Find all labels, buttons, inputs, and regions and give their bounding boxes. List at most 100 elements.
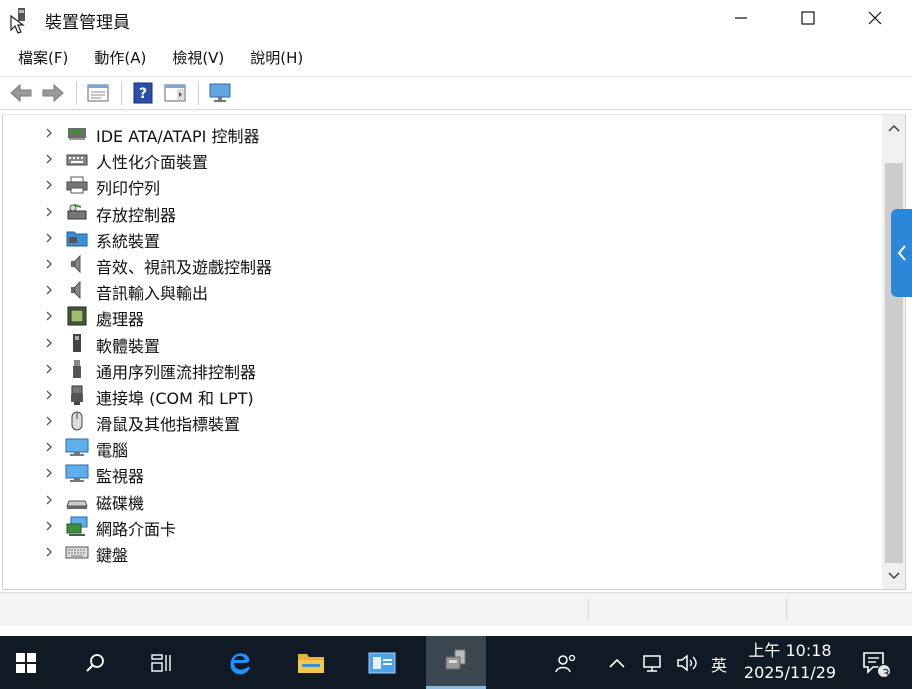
side-flyout-tab[interactable] [891, 209, 912, 297]
network-adapter-icon [66, 516, 88, 536]
tree-item-ide-controllers[interactable]: IDE ATA/ATAPI 控制器 [3, 120, 883, 146]
help-icon: ? [133, 82, 153, 104]
minimize-button[interactable] [708, 0, 774, 36]
tree-item-label: 存放控制器 [96, 205, 177, 225]
tree-item-system-devices[interactable]: 系統裝置 [3, 225, 883, 251]
taskbar-device-manager[interactable] [426, 636, 486, 689]
tree-item-audio-io[interactable]: 音訊輸入與輸出 [3, 277, 883, 303]
task-view-button[interactable] [138, 636, 188, 689]
action-center-button[interactable]: 3 [852, 636, 900, 689]
chevron-right-icon[interactable] [44, 521, 54, 531]
people-button[interactable] [548, 636, 584, 689]
menu-file[interactable]: 檔案(F) [8, 43, 78, 72]
tree-item-monitors[interactable]: 監視器 [3, 460, 883, 486]
window-title: 裝置管理員 [45, 13, 130, 33]
port-icon [71, 385, 83, 405]
audio-io-icon [71, 280, 81, 300]
edge-browser-icon [230, 652, 250, 674]
device-manager-icon [445, 649, 466, 670]
chevron-right-icon[interactable] [44, 364, 54, 374]
chevron-right-icon[interactable] [44, 416, 54, 426]
software-device-icon [73, 333, 81, 352]
task-view-icon [151, 653, 171, 672]
chevron-right-icon[interactable] [44, 442, 54, 452]
usb-icon [73, 359, 81, 378]
tree-item-ports[interactable]: 連接埠 (COM 和 LPT) [3, 382, 883, 408]
action-pane-button[interactable] [160, 79, 190, 107]
chevron-right-icon[interactable] [44, 180, 54, 190]
windows-logo-icon [16, 652, 36, 673]
scroll-up-button[interactable] [882, 117, 905, 139]
chevron-right-icon[interactable] [44, 390, 54, 400]
chevron-right-icon[interactable] [44, 468, 54, 478]
search-button[interactable] [70, 636, 120, 689]
maximize-button[interactable] [775, 0, 841, 36]
chevron-right-icon[interactable] [44, 311, 54, 321]
svg-text:?: ? [139, 86, 147, 102]
network-status-button[interactable] [636, 636, 670, 689]
back-button[interactable] [6, 79, 36, 107]
tree-item-hid[interactable]: 人性化介面裝置 [3, 146, 883, 172]
device-tree: IDE ATA/ATAPI 控制器 人性化介面裝置 列印佇列 存放控制器 系統裝… [3, 120, 883, 565]
speaker-volume-icon [677, 653, 697, 672]
chevron-right-icon[interactable] [44, 495, 54, 505]
chevron-right-icon[interactable] [44, 547, 54, 557]
taskbar-file-explorer[interactable] [284, 636, 338, 689]
tree-item-label: 列印佇列 [96, 179, 161, 199]
tree-item-disk-drives[interactable]: 磁碟機 [3, 487, 883, 513]
mouse-icon [71, 411, 83, 431]
search-icon [86, 653, 104, 672]
volume-button[interactable] [670, 636, 704, 689]
tree-item-processors[interactable]: 處理器 [3, 303, 883, 329]
tree-item-print-queues[interactable]: 列印佇列 [3, 172, 883, 198]
tree-item-usb-controllers[interactable]: 通用序列匯流排控制器 [3, 356, 883, 382]
chevron-right-icon[interactable] [44, 207, 54, 217]
toolbar: ? [0, 76, 912, 110]
properties-button[interactable] [83, 79, 113, 107]
speaker-icon [71, 254, 81, 274]
chevron-up-icon [609, 658, 625, 668]
taskbar-edge[interactable] [212, 636, 266, 689]
start-button[interactable] [0, 636, 52, 689]
chevron-right-icon[interactable] [44, 233, 54, 243]
tree-item-keyboards[interactable]: 鍵盤 [3, 539, 883, 565]
show-hidden-icons-button[interactable] [602, 636, 632, 689]
menu-bar: 檔案(F) 動作(A) 檢視(V) 說明(H) [0, 40, 912, 74]
folder-icon [298, 653, 324, 673]
close-button[interactable] [842, 0, 908, 36]
vertical-scrollbar[interactable] [882, 115, 905, 589]
device-tree-pane: IDE ATA/ATAPI 控制器 人性化介面裝置 列印佇列 存放控制器 系統裝… [2, 114, 906, 590]
system-folder-icon [66, 231, 88, 247]
chevron-right-icon[interactable] [44, 338, 54, 348]
tree-item-storage-controllers[interactable]: 存放控制器 [3, 199, 883, 225]
tree-item-label: 音訊輸入與輸出 [96, 284, 209, 304]
help-button[interactable]: ? [128, 79, 158, 107]
scroll-down-button[interactable] [882, 565, 905, 587]
menu-view[interactable]: 檢視(V) [162, 43, 234, 72]
tree-item-label: 通用序列匯流排控制器 [96, 362, 257, 382]
chevron-right-icon[interactable] [44, 128, 54, 138]
printer-icon [66, 176, 88, 194]
people-icon [555, 654, 576, 672]
tree-item-software-devices[interactable]: 軟體裝置 [3, 330, 883, 356]
keyboard-icon [65, 546, 89, 559]
chevron-left-icon [897, 245, 906, 261]
clock[interactable]: 上午 10:18 2025/11/29 [740, 640, 840, 684]
toolbar-separator [76, 81, 77, 105]
menu-action[interactable]: 動作(A) [84, 43, 156, 72]
taskbar-server-manager[interactable] [355, 636, 409, 689]
forward-button[interactable] [38, 79, 68, 107]
menu-help[interactable]: 說明(H) [240, 43, 313, 72]
tree-item-sound-video-game[interactable]: 音效、視訊及遊戲控制器 [3, 251, 883, 277]
scan-hardware-button[interactable] [205, 79, 235, 107]
tree-item-mice[interactable]: 滑鼠及其他指標裝置 [3, 408, 883, 434]
tree-item-label: 系統裝置 [96, 231, 161, 251]
tree-item-label: 軟體裝置 [96, 336, 161, 356]
tree-item-computer[interactable]: 電腦 [3, 434, 883, 460]
taskbar: 英 上午 10:18 2025/11/29 3 [0, 636, 912, 689]
ime-indicator[interactable]: 英 [711, 652, 727, 676]
chevron-right-icon[interactable] [44, 154, 54, 164]
tree-item-network-adapters[interactable]: 網路介面卡 [3, 513, 883, 539]
chevron-right-icon[interactable] [44, 259, 54, 269]
chevron-right-icon[interactable] [44, 285, 54, 295]
